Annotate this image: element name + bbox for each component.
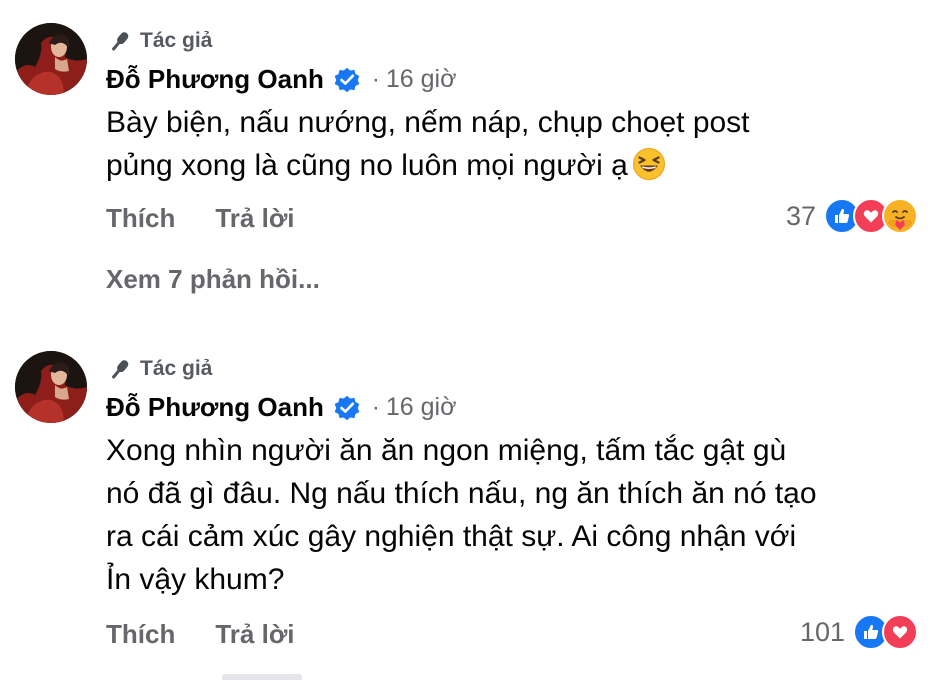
author-name[interactable]: Đỗ Phương Oanh <box>106 64 324 95</box>
verified-badge-icon <box>332 65 362 95</box>
separator-dot: · <box>371 65 380 93</box>
reaction-summary[interactable]: 37 <box>786 198 918 234</box>
love-reaction-icon <box>882 614 918 650</box>
reaction-icons <box>824 198 918 234</box>
reply-button[interactable]: Trả lời <box>215 619 294 650</box>
avatar[interactable] <box>15 23 87 95</box>
comment-actions: Thích Trả lời <box>106 203 295 234</box>
comment-text-line: nó đã gì đâu. Ng nấu thích nấu, ng ăn th… <box>106 477 817 510</box>
microphone-icon <box>106 29 132 53</box>
care-reaction-icon <box>882 198 918 234</box>
comment-text: Bày biện, nấu nướng, nếm náp, chụp choẹt… <box>106 101 916 187</box>
comment-text-line: Xong nhìn người ăn ăn ngon miệng, tấm tắ… <box>106 434 787 467</box>
reply-button[interactable]: Trả lời <box>215 203 294 234</box>
author-badge: Tác giả <box>106 357 212 381</box>
reaction-count: 37 <box>785 200 816 231</box>
view-replies-link[interactable]: Xem 7 phản hồi... <box>106 264 320 295</box>
like-button[interactable]: Thích <box>106 203 175 234</box>
comment-text-line: Bày biện, nấu nướng, nếm náp, chụp choẹt… <box>106 106 750 139</box>
comment-header: Đỗ Phương Oanh · 16 giờ <box>106 392 456 423</box>
comment-text-line: Ỉn vậy khum? <box>106 563 285 596</box>
reaction-count: 101 <box>799 616 845 647</box>
verified-badge-icon <box>332 393 362 423</box>
timestamp[interactable]: 16 giờ <box>386 65 457 94</box>
microphone-icon <box>106 357 132 381</box>
comment-text-line-with-emoji: pủng xong là cũng no luôn mọi người ạ <box>106 144 916 187</box>
avatar[interactable] <box>15 351 87 423</box>
cropped-element <box>222 674 302 680</box>
comment-text: Xong nhìn người ăn ăn ngon miệng, tấm tắ… <box>106 429 916 601</box>
reaction-icons <box>853 614 918 650</box>
timestamp[interactable]: 16 giờ <box>386 393 457 422</box>
comment-text-line: ra cái cảm xúc gây nghiện thật sự. Ai cô… <box>106 520 797 553</box>
separator-dot: · <box>371 393 380 421</box>
author-badge-label: Tác giả <box>140 357 213 380</box>
author-badge-label: Tác giả <box>140 29 213 52</box>
like-button[interactable]: Thích <box>106 619 175 650</box>
laughing-face-emoji-icon <box>632 147 666 181</box>
comment-text-line: pủng xong là cũng no luôn mọi người ạ <box>106 149 628 182</box>
author-badge: Tác giả <box>106 29 212 53</box>
author-name[interactable]: Đỗ Phương Oanh <box>106 392 324 423</box>
reaction-summary[interactable]: 101 <box>800 614 918 650</box>
comment-header: Đỗ Phương Oanh · 16 giờ <box>106 64 456 95</box>
comment-actions: Thích Trả lời <box>106 619 295 650</box>
